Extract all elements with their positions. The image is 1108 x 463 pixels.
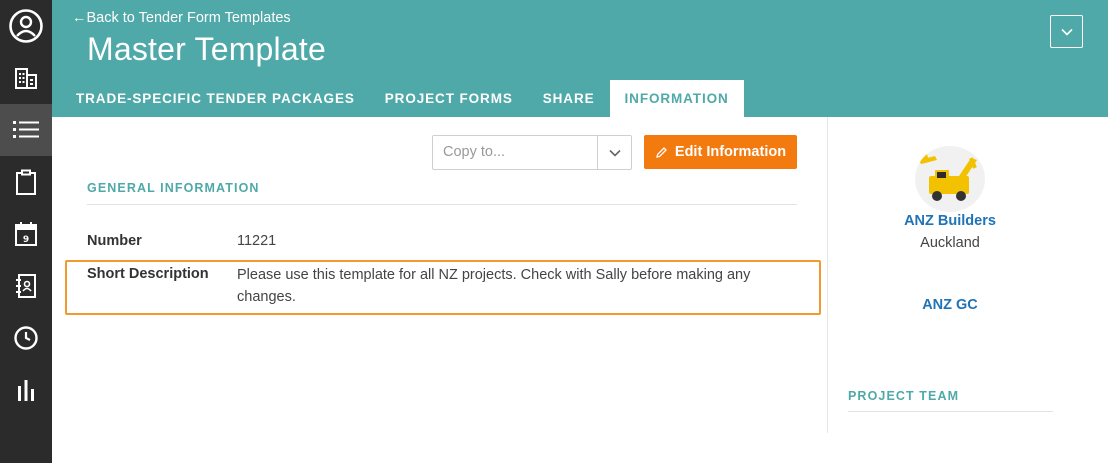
- number-label: Number: [87, 233, 142, 249]
- pencil-icon: [656, 146, 667, 158]
- chevron-down-icon: [608, 149, 621, 157]
- company-name-link[interactable]: ANZ Builders: [850, 213, 1050, 229]
- clipboard-icon: [16, 169, 36, 195]
- panel-divider: [827, 117, 828, 433]
- general-information-heading: GENERAL INFORMATION: [87, 181, 260, 195]
- tab-information[interactable]: INFORMATION: [609, 80, 744, 117]
- edit-information-label: Edit Information: [674, 144, 787, 160]
- chevron-down-icon: [1060, 28, 1073, 36]
- company-logo: [915, 146, 985, 212]
- page-header: ←Back to Tender Form Templates Master Te…: [52, 0, 1108, 117]
- copy-to-select[interactable]: Copy to...: [432, 135, 632, 170]
- svg-text:9: 9: [23, 235, 29, 245]
- short-description-label: Short Description: [87, 266, 209, 282]
- number-value: 11221: [237, 233, 277, 249]
- list-icon: [13, 121, 39, 138]
- user-icon: [9, 9, 43, 43]
- calendar-nav-item[interactable]: 9: [0, 208, 52, 260]
- tab-share[interactable]: SHARE: [528, 80, 610, 117]
- page-title: Master Template: [87, 31, 326, 67]
- excavator-truck-icon: [919, 154, 977, 201]
- header-dropdown-button[interactable]: [1050, 15, 1083, 48]
- bar-chart-icon: [18, 380, 34, 401]
- short-description-value: Please use this template for all NZ proj…: [237, 264, 750, 308]
- contacts-book-icon: [16, 274, 36, 298]
- copy-to-caret[interactable]: [597, 136, 631, 169]
- icon-sidebar: 9: [0, 0, 52, 463]
- project-team-divider: [848, 411, 1053, 412]
- tab-bar: TRADE-SPECIFIC TENDER PACKAGES PROJECT F…: [52, 80, 744, 117]
- company-city: Auckland: [920, 235, 980, 251]
- copy-to-placeholder: Copy to...: [443, 144, 506, 160]
- list-nav-item[interactable]: [0, 104, 52, 156]
- reports-nav-item[interactable]: [0, 364, 52, 416]
- tasks-nav-item[interactable]: [0, 156, 52, 208]
- profile-nav-item[interactable]: [0, 0, 52, 52]
- clock-icon: [14, 326, 38, 350]
- short-description-line: changes.: [237, 289, 296, 305]
- short-description-line: Please use this template for all NZ proj…: [237, 267, 751, 283]
- contacts-nav-item[interactable]: [0, 260, 52, 312]
- tab-project-forms[interactable]: PROJECT FORMS: [370, 80, 528, 117]
- companies-nav-item[interactable]: [0, 52, 52, 104]
- buildings-icon: [15, 68, 37, 89]
- project-team-heading: PROJECT TEAM: [848, 389, 960, 403]
- edit-information-button[interactable]: Edit Information: [644, 135, 797, 169]
- calendar-icon: 9: [15, 222, 37, 246]
- back-link[interactable]: ←Back to Tender Form Templates: [72, 10, 291, 26]
- section-divider: [87, 204, 797, 205]
- tab-trade-specific-tender-packages[interactable]: TRADE-SPECIFIC TENDER PACKAGES: [52, 80, 370, 117]
- history-nav-item[interactable]: [0, 312, 52, 364]
- general-contractor-link[interactable]: ANZ GC: [850, 297, 1050, 313]
